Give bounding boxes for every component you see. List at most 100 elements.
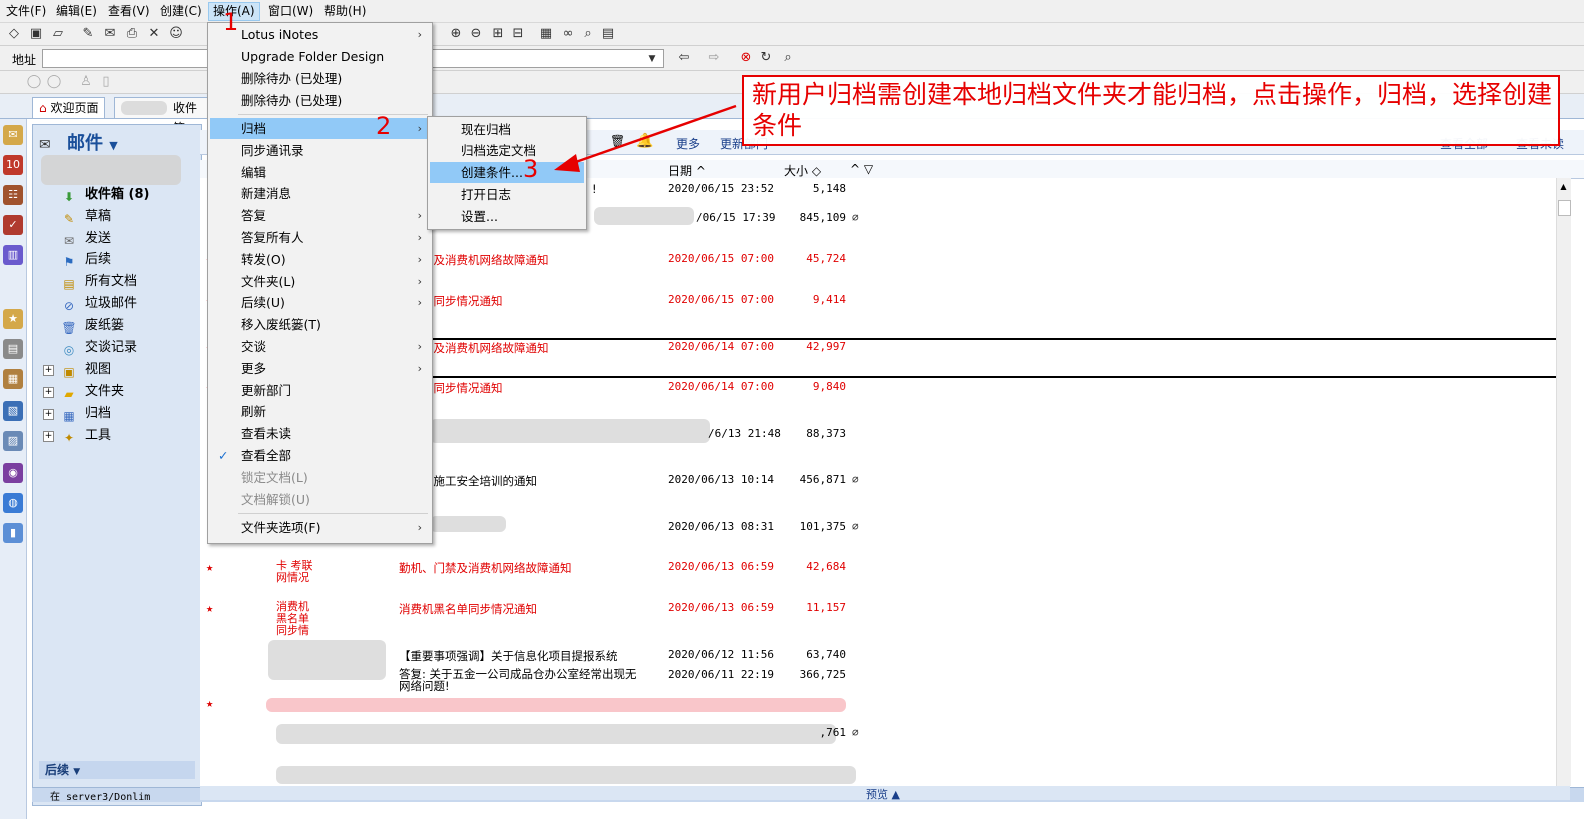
- todo-bookmark-icon[interactable]: ✓: [3, 215, 23, 235]
- chat-group-icon[interactable]: ◯: [46, 74, 62, 90]
- column-sort-icon[interactable]: ^ ▽: [850, 162, 873, 176]
- preview-toggle[interactable]: 预览 ▲: [866, 786, 900, 802]
- nav-item-all-documents[interactable]: ▤ 所有文档: [61, 272, 137, 292]
- tab-inbox[interactable]: 收件箱: [114, 97, 208, 135]
- submenu-item-open-log[interactable]: 打开日志: [430, 184, 584, 205]
- row-date: 2020/06/13 06:59: [668, 601, 774, 614]
- print-icon[interactable]: ⎙: [124, 26, 140, 42]
- search-options-icon[interactable]: ⌕: [780, 50, 796, 66]
- contact-icon[interactable]: ♙: [78, 74, 94, 90]
- menu-item-delete-todo-1[interactable]: 删除待办 (已处理): [210, 68, 432, 89]
- nav-item-archive[interactable]: ▦ 归档: [61, 404, 111, 424]
- tab-welcome[interactable]: ⌂ 欢迎页面: [32, 97, 106, 118]
- nav-item-followup[interactable]: ⚑ 后续: [61, 250, 111, 270]
- menu-item-archive[interactable]: 归档 ›: [210, 118, 432, 139]
- nav-item-folders[interactable]: ▰ 文件夹: [61, 382, 124, 402]
- menu-item-reply-all[interactable]: 答复所有人 ›: [210, 227, 432, 248]
- nav-followup-section[interactable]: 后续 ▼: [39, 761, 195, 779]
- scroll-up-icon[interactable]: ▲: [1558, 182, 1569, 192]
- menu-item-view-all[interactable]: ✓ 查看全部: [210, 445, 432, 466]
- menu-item-refresh[interactable]: 刷新: [210, 401, 432, 422]
- mail-bookmark-icon[interactable]: ✉: [3, 125, 23, 145]
- menu-window[interactable]: 窗口(W): [264, 3, 317, 20]
- binoculars-icon[interactable]: ∞: [560, 26, 576, 42]
- menu-item-update-dept[interactable]: 更新部门: [210, 380, 432, 401]
- menu-item-sync-contacts[interactable]: 同步通讯录: [210, 140, 432, 161]
- menu-item-new-message[interactable]: 新建消息: [210, 183, 432, 204]
- database-bookmark-icon[interactable]: ▤: [3, 339, 23, 359]
- stop-icon[interactable]: ⊗: [738, 50, 754, 66]
- nav-item-junk[interactable]: ⊘ 垃圾邮件: [61, 294, 137, 314]
- expand-archive-icon[interactable]: +: [43, 409, 54, 420]
- note-icon[interactable]: ▯: [98, 74, 114, 90]
- zoom-out-icon[interactable]: ⊖: [468, 26, 484, 42]
- zoom-in-icon[interactable]: ⊕: [448, 26, 464, 42]
- row-date: /6/13 21:48: [708, 427, 781, 440]
- menu-item-upgrade-folder[interactable]: Upgrade Folder Design: [210, 46, 432, 67]
- menu-file[interactable]: 文件(F): [2, 3, 50, 20]
- delete-icon[interactable]: ✕: [146, 26, 162, 42]
- column-size[interactable]: 大小 ◇: [784, 162, 821, 179]
- menu-item-folder[interactable]: 文件夹(L) ›: [210, 271, 432, 292]
- nav-item-conversations[interactable]: ◎ 交谈记录: [61, 338, 137, 358]
- edit-icon[interactable]: ✎: [80, 26, 96, 42]
- nav-item-inbox[interactable]: ⬇ 收件箱 (8): [61, 185, 150, 205]
- menu-view[interactable]: 查看(V): [104, 3, 154, 20]
- favorites-bookmark-icon[interactable]: ★: [3, 309, 23, 329]
- home-icon[interactable]: ◇: [6, 26, 22, 42]
- workspace-bookmark-icon[interactable]: ▦: [3, 369, 23, 389]
- menu-edit[interactable]: 编辑(E): [52, 3, 101, 20]
- scroll-thumb[interactable]: [1558, 200, 1571, 216]
- mail-icon[interactable]: ✉: [102, 26, 118, 42]
- apps-bookmark-icon[interactable]: ▧: [3, 401, 23, 421]
- nav-item-sent[interactable]: ✉ 发送: [61, 229, 111, 249]
- expand-tools-icon[interactable]: +: [43, 431, 54, 442]
- help-bookmark-icon[interactable]: ▮: [3, 523, 23, 543]
- open-icon[interactable]: ▱: [50, 26, 66, 42]
- web-bookmark-icon[interactable]: ◍: [3, 493, 23, 513]
- menu-item-more[interactable]: 更多 ›: [210, 358, 432, 379]
- nav-item-tools[interactable]: ✦ 工具: [61, 426, 111, 446]
- nav-item-trash[interactable]: 🗑 废纸篓: [61, 316, 124, 336]
- back-icon[interactable]: ⇦: [676, 50, 692, 66]
- menu-item-inotes[interactable]: Lotus iNotes ›: [210, 24, 432, 45]
- expand-folders-icon[interactable]: +: [43, 387, 54, 398]
- conversations-icon: ◎: [63, 343, 75, 357]
- expand-views-icon[interactable]: +: [43, 365, 54, 376]
- forward-icon[interactable]: ⇨: [706, 50, 722, 66]
- menu-item-label: 查看未读: [241, 426, 292, 441]
- inbox-icon: ⬇: [63, 190, 75, 204]
- collapse-icon[interactable]: ⊟: [510, 26, 526, 42]
- table-icon[interactable]: ▦: [538, 26, 554, 42]
- vertical-scrollbar[interactable]: ▲: [1556, 178, 1571, 786]
- menu-item-move-to-trash[interactable]: 移入废纸篓(T): [210, 314, 432, 335]
- menu-item-view-unread[interactable]: 查看未读: [210, 423, 432, 444]
- menu-create[interactable]: 创建(C): [156, 3, 206, 20]
- globe-bookmark-icon[interactable]: ◉: [3, 463, 23, 483]
- replica-bookmark-icon[interactable]: ▥: [3, 245, 23, 265]
- expand-icon[interactable]: ⊞: [490, 26, 506, 42]
- menu-item-folder-options[interactable]: 文件夹选项(F) ›: [210, 517, 432, 538]
- save-icon[interactable]: ▣: [28, 26, 44, 42]
- chat-icon[interactable]: ◯: [26, 74, 42, 90]
- refresh-icon[interactable]: ↻: [758, 50, 774, 66]
- home-icon: ⌂: [39, 101, 47, 115]
- calendar-bookmark-icon[interactable]: 10: [3, 155, 23, 175]
- nav-item-drafts[interactable]: ✎ 草稿: [61, 207, 111, 227]
- history-bookmark-icon[interactable]: ▨: [3, 431, 23, 451]
- menu-item-conversation[interactable]: 交谈 ›: [210, 336, 432, 357]
- menu-item-delete-todo-2[interactable]: 删除待办 (已处理): [210, 90, 432, 111]
- menu-item-edit[interactable]: 编辑: [210, 162, 432, 183]
- users-icon[interactable]: ☺: [168, 26, 184, 42]
- chevron-down-icon[interactable]: ▼: [644, 51, 660, 67]
- nav-item-views[interactable]: ▣ 视图: [61, 360, 111, 380]
- submenu-item-settings[interactable]: 设置...: [430, 206, 584, 227]
- search-icon[interactable]: ⌕: [580, 26, 596, 42]
- menu-help[interactable]: 帮助(H): [320, 3, 370, 20]
- calendar-icon[interactable]: ▤: [600, 26, 616, 42]
- menu-item-reply[interactable]: 答复 ›: [210, 205, 432, 226]
- menu-item-forward[interactable]: 转发(O) ›: [210, 249, 432, 270]
- contacts-bookmark-icon[interactable]: ☷: [3, 185, 23, 205]
- menu-item-followup[interactable]: 后续(U) ›: [210, 292, 432, 313]
- nav-header[interactable]: ✉ 邮件 ▼: [39, 129, 189, 154]
